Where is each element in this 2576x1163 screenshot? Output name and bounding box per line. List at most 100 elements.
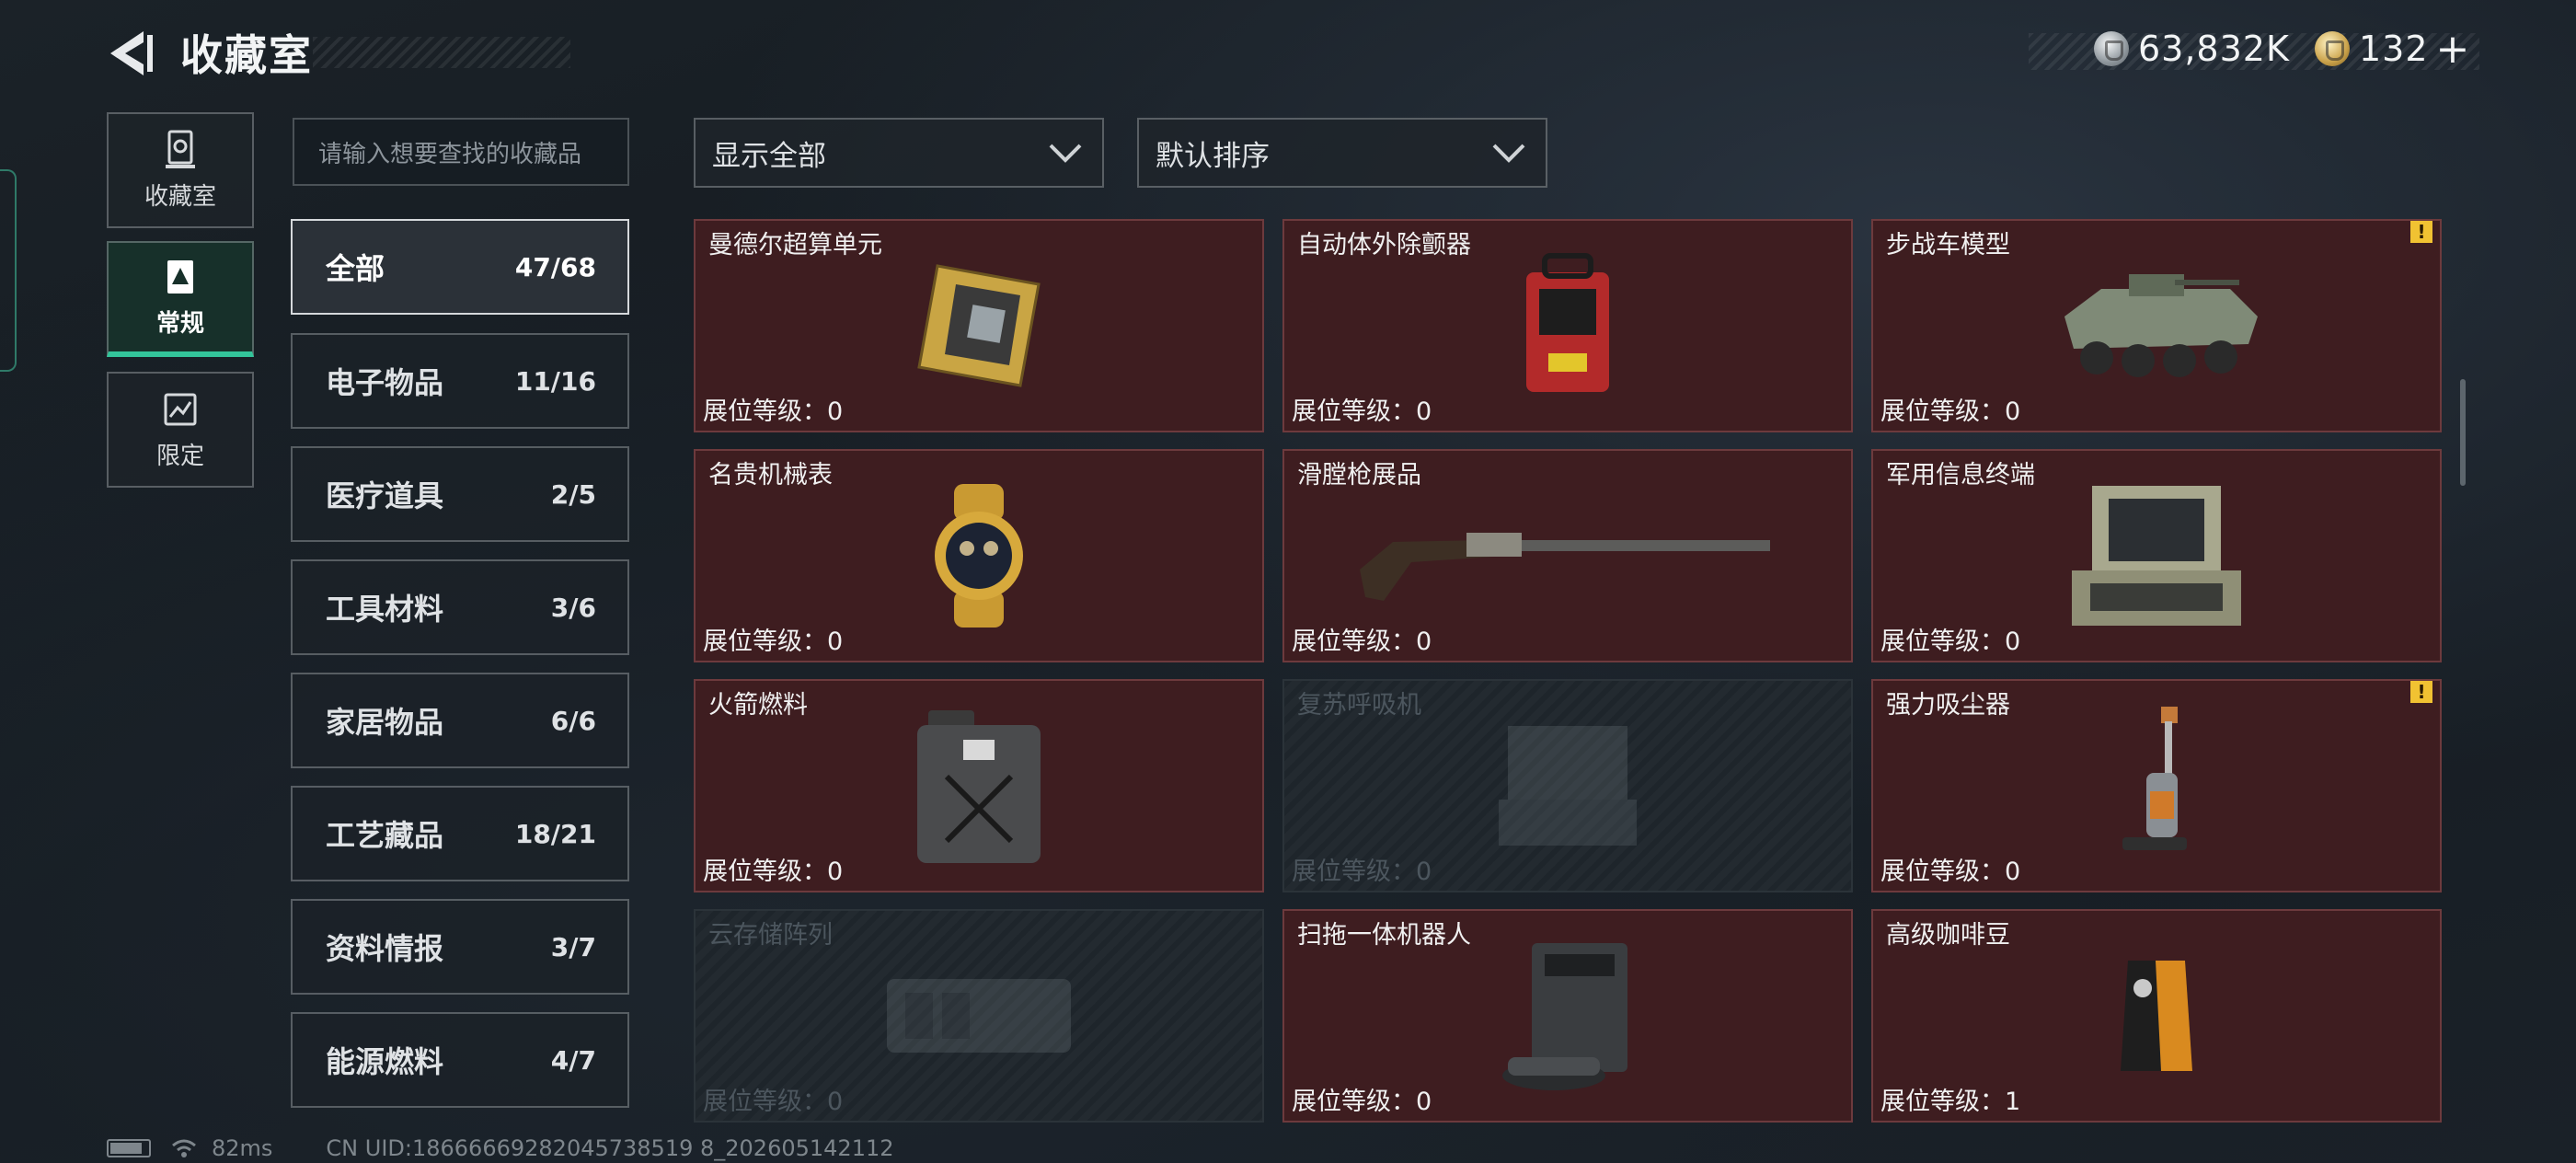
supercomputer-unit-icon	[917, 264, 1041, 387]
vacuum-cleaner-icon	[2122, 707, 2187, 850]
nav-label: 常规	[155, 309, 204, 338]
back-button[interactable]	[103, 28, 160, 79]
category-name: 家居物品	[326, 705, 444, 740]
alert-badge: !	[2410, 681, 2432, 703]
chevron-down-icon	[1049, 144, 1082, 163]
add-currency-button[interactable]: +	[2436, 26, 2470, 73]
nav-tab-limited[interactable]: 限定	[107, 372, 254, 488]
musket-icon	[1360, 533, 1770, 601]
title-decoration	[313, 37, 570, 68]
item-name: 强力吸尘器	[1886, 691, 2010, 720]
booth-level: 展位等级：0	[1292, 1088, 1432, 1116]
category-medical[interactable]: 医疗道具 2/5	[291, 446, 629, 542]
category-crafts[interactable]: 工艺藏品 18/21	[291, 786, 629, 881]
booth-level: 展位等级：0	[1292, 397, 1432, 426]
category-name: 能源燃料	[326, 1044, 444, 1079]
alert-badge: !	[2410, 221, 2432, 243]
item-name: 扫拖一体机器人	[1297, 921, 1471, 950]
category-tools[interactable]: 工具材料 3/6	[291, 559, 629, 655]
collection-search-input[interactable]: 请输入想要查找的收藏品	[293, 118, 629, 186]
military-terminal-icon	[2072, 486, 2241, 626]
booth-level: 展位等级：0	[703, 628, 844, 656]
category-name: 医疗道具	[326, 478, 444, 513]
currency-silver: 63,832K	[2094, 26, 2290, 72]
booth-level: 展位等级：0	[1880, 628, 2021, 656]
collectible-card[interactable]: 滑膛枪展品 展位等级：0	[1282, 449, 1853, 662]
category-count: 3/7	[550, 931, 596, 962]
page-title: 收藏室	[180, 30, 313, 80]
category-name: 电子物品	[326, 365, 444, 400]
category-count: 3/6	[550, 592, 596, 623]
display-filter-dropdown[interactable]: 显示全部	[694, 118, 1104, 188]
gold-coin-icon	[2315, 31, 2350, 66]
category-intel[interactable]: 资料情报 3/7	[291, 899, 629, 995]
side-drawer-handle[interactable]	[0, 169, 17, 372]
collectible-card[interactable]: 名贵机械表 展位等级：0	[694, 449, 1264, 662]
grid-scrollbar[interactable]	[2460, 379, 2466, 486]
gold-amount: 132	[2359, 29, 2429, 69]
chevron-down-icon	[1492, 144, 1525, 163]
ventilator-icon	[1499, 726, 1637, 846]
collectible-card[interactable]: 火箭燃料 展位等级：0	[694, 679, 1264, 892]
item-name: 云存储阵列	[708, 921, 833, 950]
sort-value: 默认排序	[1156, 139, 1270, 173]
collectible-card[interactable]: 曼德尔超算单元 展位等级：0	[694, 219, 1264, 432]
regular-collection-icon	[167, 259, 193, 294]
coffee-bag-icon	[2121, 961, 2192, 1071]
booth-level: 展位等级：0	[703, 858, 844, 886]
back-arrow-icon	[110, 31, 153, 75]
silver-coin-icon	[2094, 31, 2129, 66]
currency-gold: 132 +	[2315, 26, 2470, 73]
watch-icon	[935, 484, 1023, 628]
nav-tab-collection-room[interactable]: 收藏室	[107, 112, 254, 228]
ifv-model-icon	[2064, 274, 2258, 377]
booth-level: 展位等级：0	[1880, 397, 2021, 426]
category-name: 全部	[326, 251, 385, 286]
category-count: 47/68	[514, 251, 596, 282]
collectible-card[interactable]: 扫拖一体机器人 展位等级：0	[1282, 909, 1853, 1123]
robot-vacuum-icon	[1502, 943, 1627, 1090]
item-name: 复苏呼吸机	[1297, 691, 1421, 720]
category-name: 工具材料	[326, 592, 444, 627]
nav-label: 收藏室	[144, 182, 216, 211]
collectible-card-locked[interactable]: 复苏呼吸机 展位等级：0	[1282, 679, 1853, 892]
item-name: 滑膛枪展品	[1297, 461, 1421, 489]
battery-icon	[107, 1139, 151, 1157]
collectible-card[interactable]: 高级咖啡豆 展位等级：1	[1871, 909, 2442, 1123]
category-energy[interactable]: 能源燃料 4/7	[291, 1012, 629, 1108]
status-bar: 82ms CN UID:18666669282045738519 8_20260…	[107, 1135, 894, 1161]
collectible-card[interactable]: 步战车模型 ! 展位等级：0	[1871, 219, 2442, 432]
booth-level: 展位等级：0	[1292, 858, 1432, 886]
category-count: 6/6	[550, 705, 596, 736]
category-count: 11/16	[514, 365, 596, 397]
nav-label: 限定	[155, 442, 204, 470]
silver-amount: 63,832K	[2138, 29, 2290, 69]
collectible-card[interactable]: 军用信息终端 展位等级：0	[1871, 449, 2442, 662]
booth-level: 展位等级：0	[703, 397, 844, 426]
item-name: 名贵机械表	[708, 461, 833, 489]
booth-level: 展位等级：0	[703, 1088, 844, 1116]
display-filter-value: 显示全部	[712, 139, 826, 173]
sort-dropdown[interactable]: 默认排序	[1137, 118, 1547, 188]
collectible-card[interactable]: 自动体外除颤器 展位等级：0	[1282, 219, 1853, 432]
category-electronics[interactable]: 电子物品 11/16	[291, 333, 629, 429]
category-household[interactable]: 家居物品 6/6	[291, 673, 629, 768]
fuel-can-icon	[917, 710, 1041, 863]
item-name: 曼德尔超算单元	[708, 231, 882, 259]
nav-tab-regular[interactable]: 常规	[107, 241, 254, 357]
limited-collection-icon	[164, 393, 197, 425]
ping-value: 82ms	[212, 1135, 273, 1161]
category-count: 18/21	[514, 818, 596, 849]
item-name: 军用信息终端	[1886, 461, 2035, 489]
category-count: 4/7	[550, 1044, 596, 1076]
category-name: 资料情报	[326, 931, 444, 966]
defibrillator-icon	[1526, 253, 1609, 392]
collectible-card[interactable]: 强力吸尘器 ! 展位等级：0	[1871, 679, 2442, 892]
booth-level: 展位等级：0	[1880, 858, 2021, 886]
trophy-case-icon	[166, 130, 195, 168]
category-all[interactable]: 全部 47/68	[291, 219, 629, 315]
collectible-card-locked[interactable]: 云存储阵列 展位等级：0	[694, 909, 1264, 1123]
category-count: 2/5	[550, 478, 596, 510]
wifi-icon	[172, 1139, 196, 1157]
storage-array-icon	[887, 979, 1071, 1053]
